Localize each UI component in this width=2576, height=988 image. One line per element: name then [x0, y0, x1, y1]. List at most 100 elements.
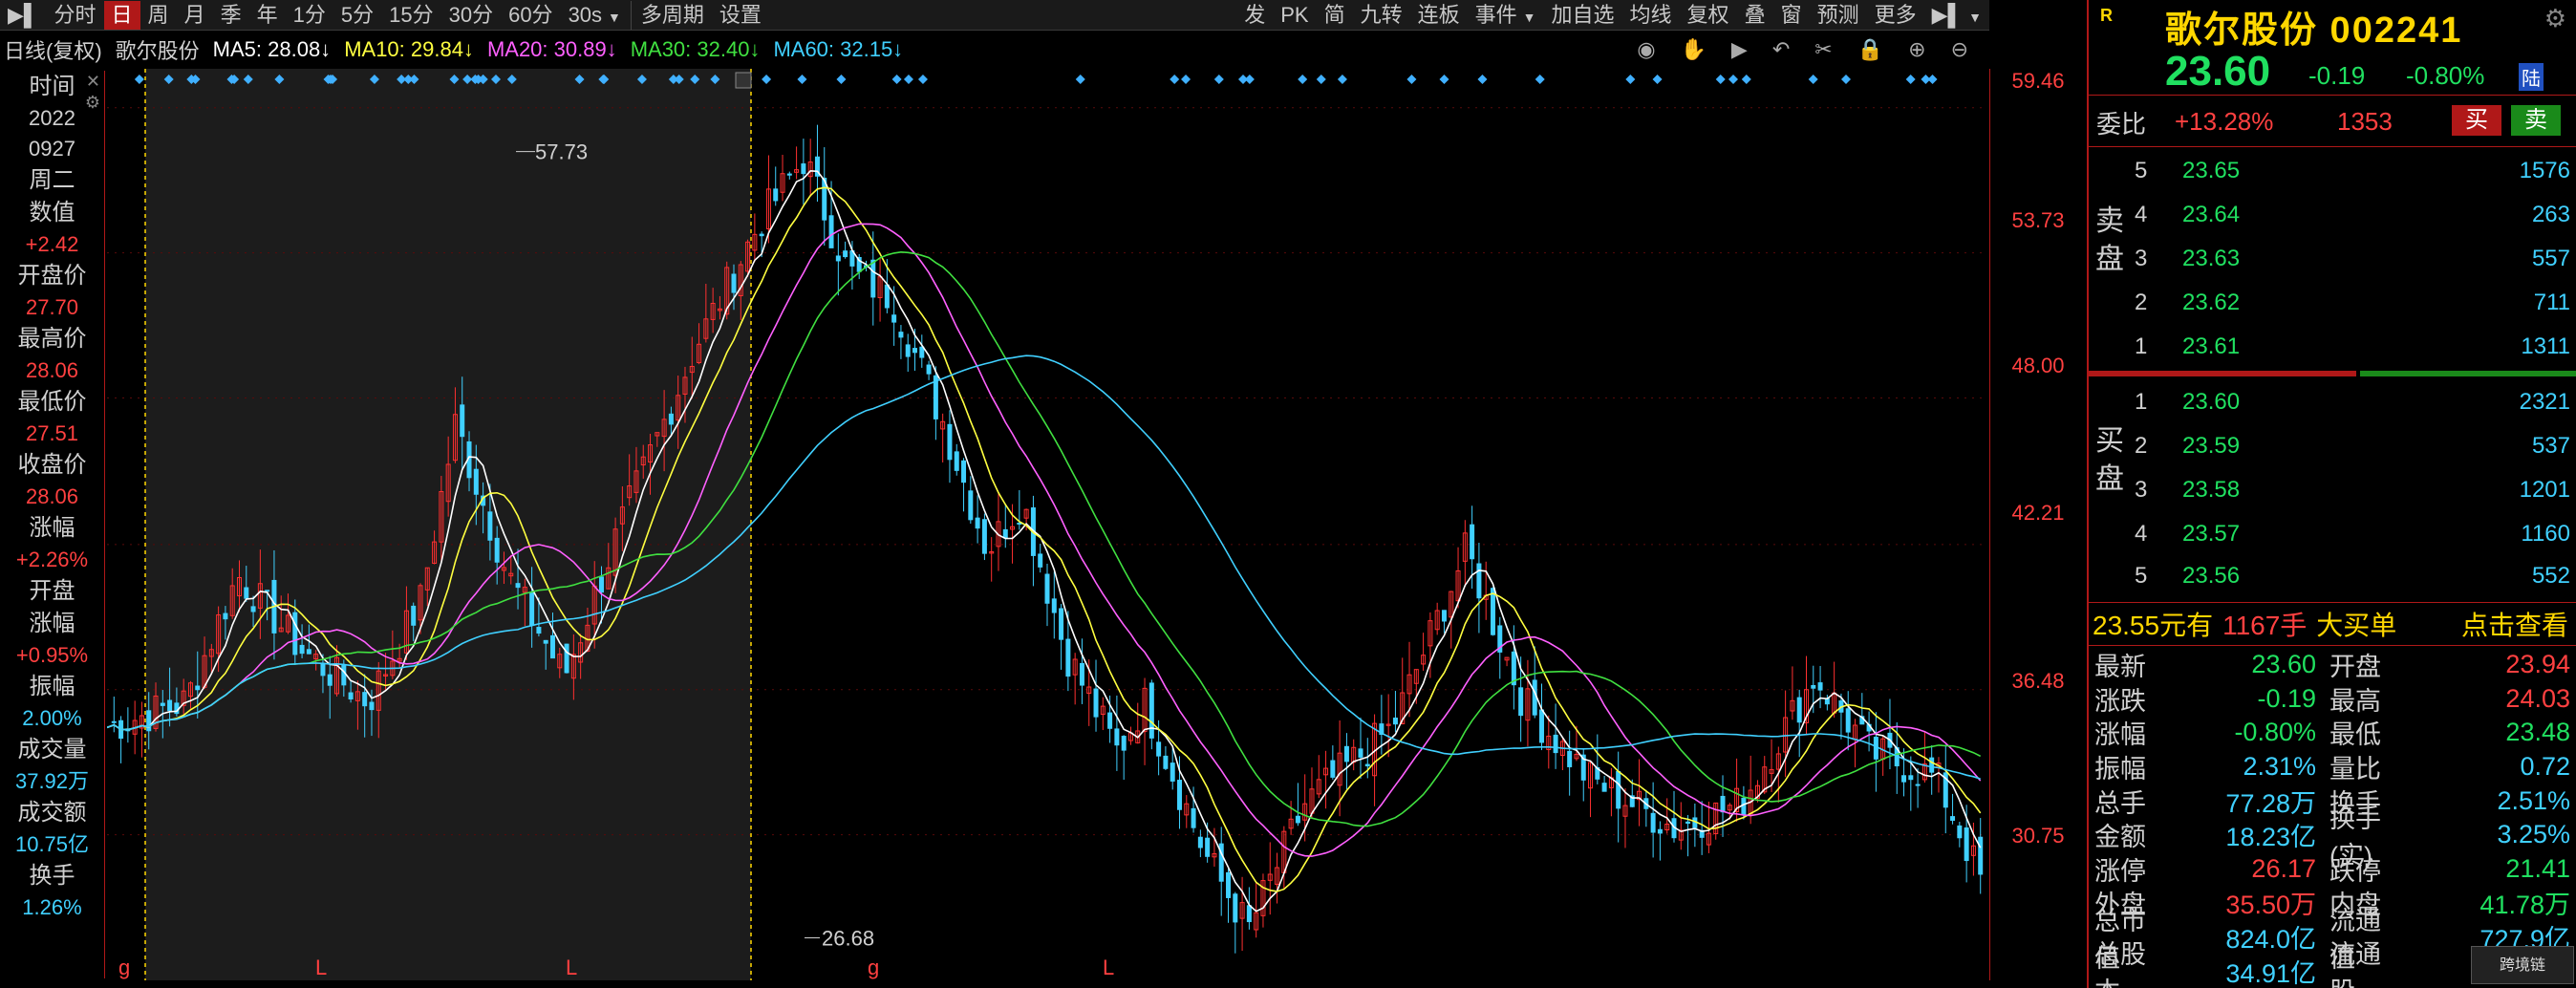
- hand-icon[interactable]: ✋: [1681, 37, 1707, 62]
- period-minute[interactable]: 分时: [47, 1, 104, 30]
- stat-label: 涨停: [2094, 856, 2146, 886]
- ask-row[interactable]: 5 23.65 1576: [2135, 149, 2570, 193]
- settings-button[interactable]: 设置: [712, 1, 769, 30]
- period-day[interactable]: 日: [103, 0, 140, 30]
- toolbar-fa[interactable]: 发: [1236, 1, 1273, 30]
- ask-row[interactable]: 1 23.61 1311: [2135, 325, 2570, 369]
- toolbar-add-watchlist[interactable]: 加自选: [1544, 1, 1622, 30]
- toolbar-lianban[interactable]: 连板: [1410, 1, 1468, 30]
- event-marker: [836, 75, 847, 84]
- candle-body: [223, 612, 228, 620]
- period-year[interactable]: 年: [249, 1, 286, 30]
- candle-body: [1685, 821, 1691, 825]
- sell-button[interactable]: 卖: [2511, 105, 2561, 136]
- low-label: 最低价: [17, 389, 87, 415]
- candle-body: [1720, 795, 1726, 813]
- eye-icon[interactable]: ◉: [1637, 37, 1655, 62]
- close-icon[interactable]: ✕: [86, 73, 100, 90]
- event-marker: [1625, 75, 1636, 84]
- high-value: 28.06: [25, 358, 79, 382]
- toolbar-ma[interactable]: 均线: [1622, 1, 1680, 30]
- candle-body: [564, 643, 569, 674]
- toolbar-divider: [630, 0, 632, 30]
- candle-body: [599, 576, 605, 593]
- period-30s-dropdown[interactable]: 30s ▼: [561, 1, 629, 30]
- buy-button[interactable]: 买: [2452, 105, 2501, 136]
- lock-icon[interactable]: 🔒: [1857, 37, 1883, 62]
- bid-row[interactable]: 5 23.56 552: [2135, 554, 2570, 598]
- period-5min[interactable]: 5分: [333, 1, 381, 30]
- candle-body: [1957, 825, 1963, 839]
- gear-icon[interactable]: ⚙: [85, 94, 100, 111]
- ask-row[interactable]: 2 23.62 711: [2135, 281, 2570, 325]
- candle-body: [1059, 608, 1064, 640]
- amount-value: 10.75亿: [14, 832, 90, 856]
- period-quarter[interactable]: 季: [213, 1, 249, 30]
- candle-body: [947, 423, 953, 461]
- period-15min[interactable]: 15分: [381, 1, 440, 30]
- price-tick: 30.75: [2011, 824, 2065, 848]
- chart-mode[interactable]: 日线(复权): [4, 34, 102, 65]
- undo-icon[interactable]: ↶: [1772, 37, 1790, 62]
- toolbar-forecast[interactable]: 预测: [1810, 1, 1867, 30]
- event-marker: [903, 75, 913, 84]
- toolbar-more[interactable]: 更多: [1867, 1, 1924, 30]
- gear-icon[interactable]: ⚙: [2544, 4, 2566, 33]
- big-order-view-link[interactable]: 点击查看: [2461, 605, 2568, 643]
- range-close-icon: [735, 72, 752, 89]
- toolbar-events[interactable]: 事件 ▼: [1468, 1, 1544, 30]
- candle-body: [1650, 812, 1656, 833]
- low-annotation-label: 26.68: [822, 926, 874, 950]
- period-60min[interactable]: 60分: [501, 1, 560, 30]
- candle-body: [1567, 750, 1573, 767]
- stat-row: 振幅 2.31% 量比 0.72: [2089, 750, 2576, 784]
- multi-period-button[interactable]: 多周期: [633, 1, 712, 30]
- candle-body: [1553, 734, 1558, 754]
- toolbar-window[interactable]: 窗: [1773, 1, 1810, 30]
- quote-header: R 歌尔股份 002241 ⚙ 23.60 -0.19 -0.80% 陆: [2089, 0, 2576, 96]
- toolbar-collapse-icon[interactable]: ▶▌ ▼: [1924, 1, 1989, 30]
- play-icon[interactable]: ▶: [1731, 37, 1748, 62]
- candle-body: [870, 259, 876, 298]
- zoom-out-icon[interactable]: ⊖: [1951, 37, 1968, 62]
- bid-row[interactable]: 3 23.58 1201: [2135, 468, 2570, 512]
- open-chg-label2: 涨幅: [29, 611, 75, 636]
- stock-name-code: 歌尔股份 002241: [2165, 11, 2463, 51]
- big-order-bar[interactable]: 23.55元有 1167手 大买单 点击查看: [2089, 602, 2576, 646]
- period-30min[interactable]: 30分: [441, 1, 501, 30]
- ask-price: 23.64: [2182, 202, 2241, 227]
- chg-label: 涨幅: [29, 515, 75, 541]
- open-value: 27.70: [25, 295, 79, 319]
- ask-row[interactable]: 4 23.64 263: [2135, 193, 2570, 237]
- stat-label: 涨跌: [2094, 686, 2146, 716]
- toolbar-adjust[interactable]: 复权: [1680, 1, 1737, 30]
- zoom-in-icon[interactable]: ⊕: [1908, 37, 1925, 62]
- candle-body: [759, 233, 764, 237]
- stat-label: 最高: [2329, 686, 2381, 716]
- weibi-pct: +13.28%: [2175, 107, 2274, 136]
- stat-value: 23.48: [2505, 718, 2570, 747]
- candle-body: [1065, 638, 1071, 677]
- toolbar-jian[interactable]: 简: [1317, 1, 1353, 30]
- bid-row[interactable]: 4 23.57 1160: [2135, 512, 2570, 556]
- bid-row[interactable]: 2 23.59 537: [2135, 424, 2570, 468]
- period-month[interactable]: 月: [177, 1, 213, 30]
- period-1min[interactable]: 1分: [286, 1, 333, 30]
- candle-body: [981, 519, 987, 554]
- ma60-value: MA60: 32.15↓: [773, 37, 904, 61]
- ask-row[interactable]: 3 23.63 557: [2135, 237, 2570, 281]
- quote-panel: R 歌尔股份 002241 ⚙ 23.60 -0.19 -0.80% 陆 委比 …: [2087, 0, 2576, 988]
- menu-icon[interactable]: ▶▌: [0, 1, 47, 30]
- bid-volume: 1201: [2519, 477, 2570, 503]
- toolbar-jiuzhuan[interactable]: 九转: [1353, 1, 1410, 30]
- period-week[interactable]: 周: [140, 1, 177, 30]
- kline-chart[interactable]: 57.73 26.68 g L Lg L: [107, 69, 1987, 980]
- bid-row[interactable]: 1 23.60 2321: [2135, 380, 2570, 424]
- event-marker: [1075, 75, 1085, 84]
- toolbar-pk[interactable]: PK: [1273, 1, 1316, 30]
- toolbar-overlay[interactable]: 叠: [1737, 1, 1773, 30]
- ma-legend-bar: 日线(复权) 歌尔股份 MA5: 28.08↓ MA10: 29.84↓ MA2…: [0, 32, 1989, 67]
- price-tick: 42.21: [2011, 501, 2065, 525]
- scissors-icon[interactable]: ✂: [1814, 37, 1832, 62]
- ma30-value: MA30: 32.40↓: [630, 37, 761, 61]
